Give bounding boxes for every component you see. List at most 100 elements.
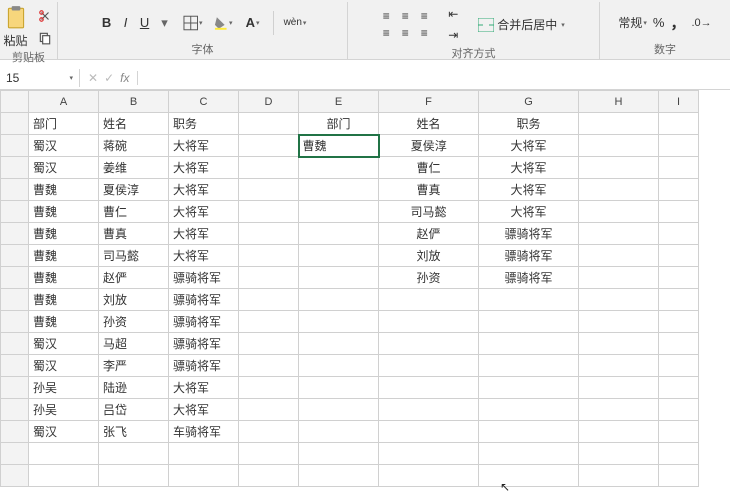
cell[interactable] [239,135,299,157]
cell[interactable] [239,421,299,443]
cell[interactable]: 骠骑将军 [169,267,239,289]
cell[interactable] [479,399,579,421]
cell[interactable] [659,135,699,157]
cell[interactable] [99,443,169,465]
cell[interactable] [299,465,379,487]
cell[interactable]: 职务 [169,113,239,135]
cell[interactable] [29,465,99,487]
cell[interactable] [239,179,299,201]
row-header[interactable] [1,267,29,289]
cell[interactable] [579,311,659,333]
cell[interactable]: 姓名 [379,113,479,135]
cell[interactable]: 蜀汉 [29,333,99,355]
cell[interactable]: 骠骑将军 [479,223,579,245]
col-header[interactable]: H [579,91,659,113]
cell[interactable] [659,377,699,399]
cell[interactable] [579,113,659,135]
col-header[interactable]: A [29,91,99,113]
cell[interactable] [299,333,379,355]
cell[interactable]: 曹仁 [99,201,169,223]
cell[interactable] [239,223,299,245]
cell[interactable] [579,465,659,487]
paste-button[interactable]: 粘贴 [3,4,29,49]
cell[interactable] [379,333,479,355]
cut-button[interactable] [35,6,55,26]
cell[interactable] [659,421,699,443]
cell[interactable]: 曹魏 [299,135,379,157]
cell[interactable]: 部门 [29,113,99,135]
cell[interactable]: 吕岱 [99,399,169,421]
cell[interactable] [579,443,659,465]
cell[interactable] [299,223,379,245]
cell[interactable] [579,267,659,289]
cell[interactable] [299,267,379,289]
align-left-button[interactable]: ≡ [377,25,395,41]
borders-button[interactable]: ▾ [183,13,203,33]
cell[interactable] [579,223,659,245]
cell[interactable]: 骠骑将军 [479,267,579,289]
row-header[interactable] [1,179,29,201]
cell[interactable]: 车骑将军 [169,421,239,443]
cell[interactable]: 夏侯淳 [99,179,169,201]
cell[interactable] [659,443,699,465]
cell[interactable]: 司马懿 [99,245,169,267]
cell[interactable] [579,289,659,311]
cell[interactable]: 骠骑将军 [169,355,239,377]
col-header[interactable]: B [99,91,169,113]
cell[interactable] [239,399,299,421]
cell[interactable] [299,355,379,377]
cell[interactable] [479,311,579,333]
col-header[interactable]: F [379,91,479,113]
cell[interactable]: 骠骑将军 [169,333,239,355]
cell[interactable]: 骠骑将军 [169,289,239,311]
cell[interactable]: 骠骑将军 [479,245,579,267]
cell[interactable] [299,157,379,179]
confirm-edit-button[interactable]: ✓ [104,71,114,85]
cell[interactable]: 大将军 [169,377,239,399]
cell[interactable]: 姓名 [99,113,169,135]
cell[interactable]: 曹魏 [29,289,99,311]
cell[interactable]: 孙资 [99,311,169,333]
cell[interactable] [239,355,299,377]
cell[interactable]: 大将军 [169,399,239,421]
cell[interactable]: 赵俨 [99,267,169,289]
cell[interactable]: 大将军 [169,157,239,179]
cell[interactable]: 张飞 [99,421,169,443]
col-header[interactable]: I [659,91,699,113]
cell[interactable]: 蜀汉 [29,157,99,179]
cell[interactable] [299,311,379,333]
cell[interactable] [379,311,479,333]
align-center-button[interactable]: ≡ [396,25,414,41]
row-header[interactable] [1,157,29,179]
cell[interactable] [239,157,299,179]
cell[interactable] [299,245,379,267]
cell[interactable] [659,223,699,245]
number-format-button[interactable]: 常规▾ [618,13,647,33]
cell[interactable] [579,135,659,157]
cell[interactable] [579,179,659,201]
underline-button[interactable]: U [137,15,153,30]
cell[interactable]: 孙吴 [29,377,99,399]
align-top-button[interactable]: ≡ [377,8,395,24]
col-header[interactable]: E [299,91,379,113]
row-header[interactable] [1,333,29,355]
increase-indent-button[interactable]: ⇥ [443,25,463,45]
cell[interactable] [659,333,699,355]
cell[interactable] [659,465,699,487]
cell[interactable]: 蜀汉 [29,135,99,157]
align-right-button[interactable]: ≡ [415,25,433,41]
cell[interactable]: 司马懿 [379,201,479,223]
cell[interactable]: 曹仁 [379,157,479,179]
row-header[interactable] [1,245,29,267]
cell[interactable]: 曹魏 [29,201,99,223]
row-header[interactable] [1,443,29,465]
col-header[interactable]: C [169,91,239,113]
cell[interactable] [239,311,299,333]
row-header[interactable] [1,311,29,333]
cell[interactable]: 曹魏 [29,267,99,289]
col-header[interactable]: G [479,91,579,113]
cell[interactable]: 曹真 [379,179,479,201]
copy-button[interactable] [35,28,55,48]
cell[interactable] [239,465,299,487]
cell[interactable]: 大将军 [479,201,579,223]
